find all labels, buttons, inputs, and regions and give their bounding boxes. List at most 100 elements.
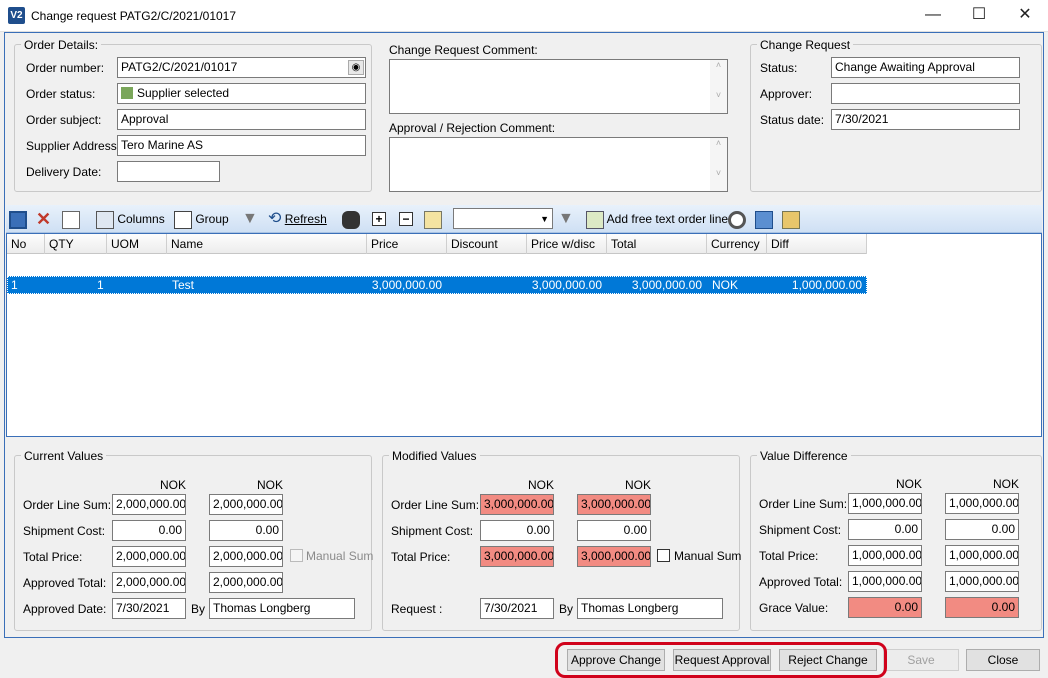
approved-by-field[interactable]: Thomas Longberg [209, 598, 355, 619]
maximize-button[interactable]: ☐ [956, 0, 1002, 32]
approved-total-label: Approved Total: [23, 576, 107, 590]
save-button[interactable]: Save [883, 649, 959, 671]
column-header[interactable]: Currency [707, 234, 767, 254]
diff-total-price[interactable]: 1,000,000.00 [945, 545, 1019, 566]
add-free-text-button[interactable]: Add free text order line [586, 209, 728, 229]
grace-value-field[interactable]: 0.00 [945, 597, 1019, 618]
approval-scrollbar[interactable]: ˄ ˅ [710, 138, 727, 191]
status-field[interactable]: Change Awaiting Approval [831, 57, 1020, 78]
total-price-label: Total Price: [23, 550, 83, 564]
diff-shipment-cost[interactable]: 0.00 [945, 519, 1019, 540]
diff-approved-total[interactable]: 1,000,000.00 [945, 571, 1019, 592]
current-approved-total[interactable]: 2,000,000.00 [112, 572, 186, 593]
diff-total-price[interactable]: 1,000,000.00 [848, 545, 922, 566]
status-date-label: Status date: [760, 113, 825, 127]
group-label: Group [195, 212, 229, 226]
column-header[interactable]: Name [167, 234, 367, 254]
column-header[interactable]: Price w/disc [527, 234, 607, 254]
current-approved-total[interactable]: 2,000,000.00 [209, 572, 283, 593]
minimize-button[interactable]: — [910, 0, 956, 32]
current-order-line-sum[interactable]: 2,000,000.00 [112, 494, 186, 515]
grid-toolbar: ✕ Columns Group ▼ ⟲ Refresh + − ▼ ▼ Add … [6, 205, 1042, 233]
user-search-icon[interactable] [782, 209, 800, 229]
filter-icon[interactable]: ▼ [242, 209, 258, 229]
order-number-field[interactable]: PATG2/C/2021/01017 [117, 57, 366, 78]
settings-icon[interactable] [728, 209, 746, 229]
currency-label: NOK [993, 477, 1020, 491]
value-difference-label: Value Difference [757, 449, 851, 463]
column-header[interactable]: Discount [447, 234, 527, 254]
delivery-date-field[interactable] [117, 161, 220, 182]
find-icon[interactable] [342, 209, 360, 229]
delete-icon[interactable]: ✕ [36, 209, 51, 229]
refresh-icon: ⟲ [268, 210, 282, 227]
calendar-icon[interactable] [9, 209, 27, 229]
manual-sum-checkbox[interactable] [290, 549, 303, 562]
eye-icon[interactable]: ◉ [348, 60, 364, 75]
layout-combo[interactable]: ▼ [453, 208, 553, 229]
order-status-field[interactable]: Supplier selected [117, 83, 366, 104]
table-row[interactable]: 1 1 Test 3,000,000.00 3,000,000.00 3,000… [7, 276, 867, 294]
status-date-field[interactable]: 7/30/2021 [831, 109, 1020, 130]
group-button[interactable]: Group [174, 209, 229, 229]
diff-order-line-sum[interactable]: 1,000,000.00 [848, 493, 922, 514]
change-request-label: Change Request [757, 38, 854, 52]
column-header[interactable]: Price [367, 234, 447, 254]
grace-value-field[interactable]: 0.00 [848, 597, 922, 618]
change-request-comment-label: Change Request Comment: [389, 43, 538, 57]
current-shipment-cost[interactable]: 0.00 [209, 520, 283, 541]
modified-order-line-sum[interactable]: 3,000,000.00 [577, 494, 651, 515]
current-order-line-sum[interactable]: 2,000,000.00 [209, 494, 283, 515]
copy-icon[interactable] [424, 209, 442, 229]
approval-comment-field[interactable]: ˄ ˅ [389, 137, 728, 192]
column-header[interactable]: Diff [767, 234, 867, 254]
manual-sum-checkbox[interactable] [657, 549, 670, 562]
total-price-label: Total Price: [759, 549, 819, 563]
currency-label: NOK [896, 477, 923, 491]
order-subject-field[interactable]: Approval [117, 109, 366, 130]
diff-order-line-sum[interactable]: 1,000,000.00 [945, 493, 1019, 514]
columns-button[interactable]: Columns [96, 209, 165, 229]
save-filter-icon[interactable]: ▼ [558, 209, 574, 229]
refresh-label: Refresh [284, 212, 327, 226]
modified-order-line-sum[interactable]: 3,000,000.00 [480, 494, 554, 515]
request-by-field[interactable]: Thomas Longberg [577, 598, 723, 619]
approved-date-field[interactable]: 7/30/2021 [112, 598, 186, 619]
currency-label: NOK [160, 478, 187, 492]
collapse-icon[interactable]: − [399, 209, 413, 229]
order-lines-grid[interactable]: No QTY UOM Name Price Discount Price w/d… [6, 233, 1042, 437]
approved-total-label: Approved Total: [759, 575, 843, 589]
currency-label: NOK [528, 478, 555, 492]
status-label: Status: [760, 61, 798, 75]
request-date-field[interactable]: 7/30/2021 [480, 598, 554, 619]
column-header[interactable]: UOM [107, 234, 167, 254]
diff-approved-total[interactable]: 1,000,000.00 [848, 571, 922, 592]
column-header[interactable]: QTY [45, 234, 107, 254]
diff-shipment-cost[interactable]: 0.00 [848, 519, 922, 540]
supplier-address-field[interactable]: Tero Marine AS [117, 135, 366, 156]
approved-date-label: Approved Date: [23, 602, 107, 616]
comment-scrollbar[interactable]: ˄ ˅ [710, 60, 727, 113]
approver-field[interactable] [831, 83, 1020, 104]
change-request-comment-field[interactable]: ˄ ˅ [389, 59, 728, 114]
close-button[interactable]: Close [966, 649, 1040, 671]
column-header[interactable]: No [7, 234, 45, 254]
modified-total-price[interactable]: 3,000,000.00 [577, 546, 651, 567]
refresh-button[interactable]: ⟲ Refresh [268, 209, 327, 229]
modified-shipment-cost[interactable]: 0.00 [480, 520, 554, 541]
window-title: Change request PATG2/C/2021/01017 [31, 9, 237, 23]
current-total-price[interactable]: 2,000,000.00 [209, 546, 283, 567]
shipment-cost-label: Shipment Cost: [23, 524, 106, 538]
modified-total-price[interactable]: 3,000,000.00 [480, 546, 554, 567]
preview-icon[interactable] [62, 209, 80, 229]
current-total-price[interactable]: 2,000,000.00 [112, 546, 186, 567]
expand-icon[interactable]: + [372, 209, 386, 229]
column-header[interactable]: Total [607, 234, 707, 254]
app-icon: V2 [8, 7, 25, 24]
order-number-value: PATG2/C/2021/01017 [121, 60, 238, 74]
modified-shipment-cost[interactable]: 0.00 [577, 520, 651, 541]
cell-price-wdisc: 3,000,000.00 [531, 278, 602, 292]
close-window-button[interactable]: ✕ [1002, 0, 1048, 32]
book-icon[interactable] [755, 209, 773, 229]
current-shipment-cost[interactable]: 0.00 [112, 520, 186, 541]
